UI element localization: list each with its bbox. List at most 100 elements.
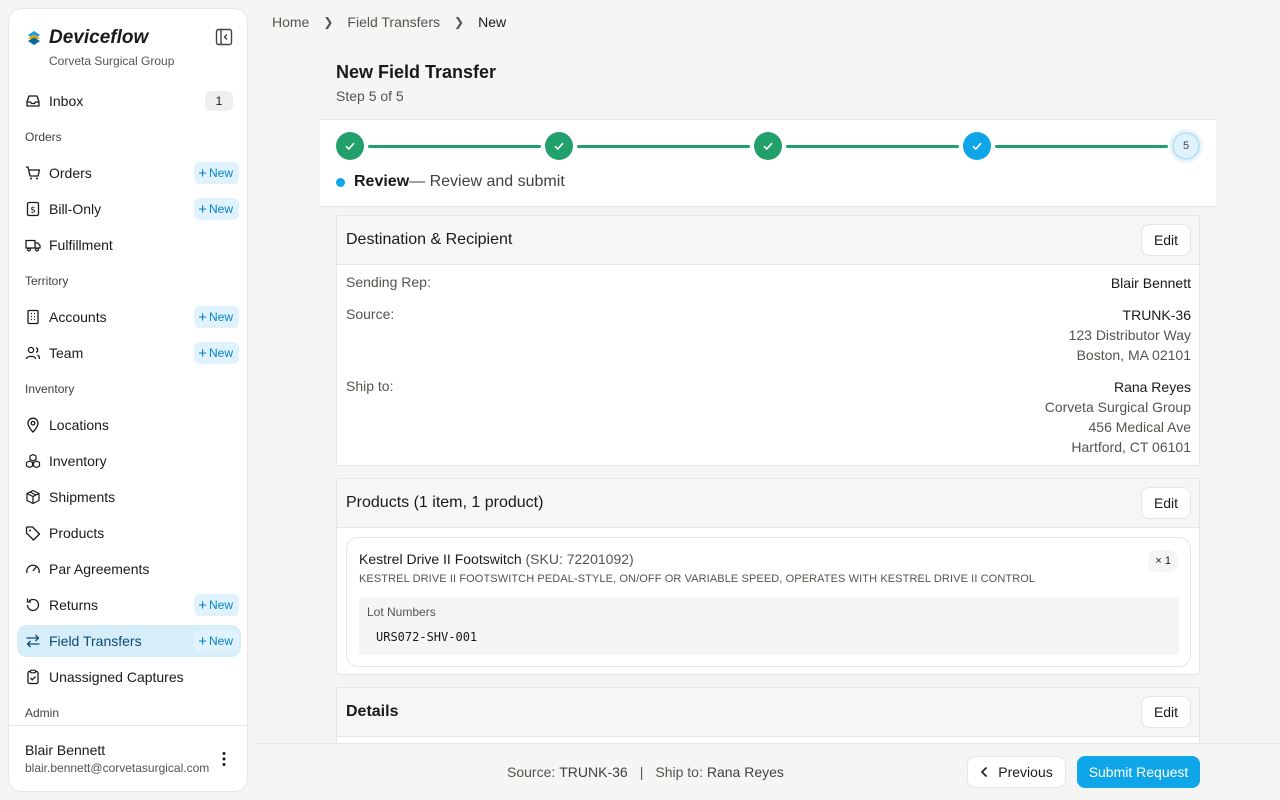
- clipboard-check-icon: [27, 669, 39, 685]
- new-team-button[interactable]: + New: [194, 342, 239, 364]
- summary-ship-label: Ship to:: [655, 764, 703, 780]
- step-connector: [786, 145, 959, 148]
- new-label: New: [208, 202, 233, 216]
- lot-numbers-box: Lot Numbers URS072-SHV-001: [359, 597, 1179, 655]
- chevron-left-icon: [981, 766, 988, 778]
- sidebar-item-bill-only[interactable]: $ Bill-Only + New: [17, 193, 241, 225]
- new-label: New: [208, 166, 233, 180]
- breadcrumb-home[interactable]: Home: [272, 14, 309, 30]
- summary-divider: |: [639, 764, 644, 780]
- product-description: KESTREL DRIVE II FOOTSWITCH PEDAL-STYLE,…: [359, 573, 1036, 585]
- previous-label: Previous: [998, 764, 1053, 780]
- plus-icon: +: [198, 344, 207, 362]
- new-bill-only-button[interactable]: + New: [194, 198, 239, 220]
- edit-details-button[interactable]: Edit: [1141, 696, 1191, 728]
- card-header: Details Edit: [337, 688, 1199, 737]
- step-1-complete[interactable]: [336, 132, 364, 160]
- chevron-right-icon: ❯: [454, 15, 465, 29]
- step-3-complete[interactable]: [754, 132, 782, 160]
- new-account-button[interactable]: + New: [194, 306, 239, 328]
- step-5-current: 5: [1172, 132, 1200, 160]
- new-label: New: [208, 310, 233, 324]
- sidebar-item-orders[interactable]: Orders + New: [17, 157, 241, 189]
- sidebar-item-team[interactable]: Team + New: [17, 337, 241, 369]
- product-sku: (SKU: 72201092): [525, 551, 634, 567]
- product-item: Kestrel Drive II Footswitch (SKU: 722010…: [346, 537, 1191, 667]
- sidebar-item-returns[interactable]: Returns + New: [17, 589, 241, 621]
- arrows-left-right-icon: [26, 634, 40, 648]
- boxes-icon: [25, 453, 41, 469]
- inbox-icon: [26, 95, 40, 107]
- deviceflow-logo-icon: [28, 31, 40, 45]
- sidebar-item-shipments[interactable]: Shipments: [17, 481, 241, 513]
- check-icon: [345, 142, 355, 151]
- sidebar-item-inbox[interactable]: Inbox 1: [17, 85, 241, 117]
- source-address-line1: 123 Distributor Way: [1068, 327, 1191, 343]
- sidebar-item-fulfillment[interactable]: Fulfillment: [17, 229, 241, 261]
- user-email: blair.bennett@corvetasurgical.com: [25, 761, 210, 775]
- nav-section-territory: Territory: [25, 274, 69, 288]
- product-name-line: Kestrel Drive II Footswitch (SKU: 722010…: [359, 551, 634, 567]
- page-step-indicator: Step 5 of 5: [336, 88, 404, 104]
- brand[interactable]: Deviceflow: [25, 27, 148, 49]
- more-vertical-icon[interactable]: [217, 750, 231, 768]
- user-profile[interactable]: Blair Bennett blair.bennett@corvetasurgi…: [9, 725, 247, 791]
- card-title: Products (1 item, 1 product): [346, 494, 544, 511]
- current-step-dot: [336, 177, 345, 187]
- sidebar-item-locations[interactable]: Locations: [17, 409, 241, 441]
- map-pin-icon: [27, 417, 39, 433]
- tag-icon: [25, 526, 41, 541]
- ship-to-address-line2: Hartford, CT 06101: [1071, 439, 1191, 455]
- step-2-complete[interactable]: [545, 132, 573, 160]
- new-label: New: [208, 346, 233, 360]
- sidebar-item-par-agreements[interactable]: Par Agreements: [17, 553, 241, 585]
- sending-rep-label: Sending Rep:: [346, 274, 431, 290]
- nav-section-orders: Orders: [25, 130, 62, 144]
- product-name: Kestrel Drive II Footswitch: [359, 551, 522, 567]
- ship-to-address-line1: 456 Medical Ave: [1088, 419, 1191, 435]
- step-connector: [995, 145, 1168, 148]
- summary-ship-value: Rana Reyes: [706, 764, 784, 780]
- source-value: TRUNK-36 123 Distributor Way Boston, MA …: [1069, 305, 1191, 365]
- destination-recipient-card: Destination & Recipient Edit Sending Rep…: [336, 215, 1200, 466]
- gauge-icon: [26, 564, 40, 574]
- plus-icon: +: [198, 308, 207, 326]
- plus-icon: +: [198, 632, 207, 650]
- card-title: Details: [346, 703, 399, 720]
- plus-icon: +: [198, 596, 207, 614]
- current-step-desc: — Review and submit: [409, 173, 565, 190]
- step-4-complete[interactable]: [963, 132, 991, 160]
- breadcrumb: Home ❯ Field Transfers ❯ New: [272, 14, 506, 30]
- breadcrumb-field-transfers[interactable]: Field Transfers: [347, 14, 440, 30]
- edit-destination-button[interactable]: Edit: [1141, 224, 1191, 256]
- sidebar-item-label: Field Transfers: [49, 633, 142, 649]
- sidebar-item-inventory[interactable]: Inventory: [17, 445, 241, 477]
- sidebar-item-label: Accounts: [49, 309, 107, 325]
- submit-request-button[interactable]: Submit Request: [1077, 756, 1200, 788]
- sidebar-item-unassigned-captures[interactable]: Unassigned Captures: [17, 661, 241, 693]
- building-icon: [27, 309, 39, 325]
- sidebar-collapse-icon[interactable]: [215, 28, 233, 46]
- breadcrumb-current: New: [478, 14, 507, 30]
- users-icon: [25, 346, 41, 360]
- sidebar-item-label: Orders: [49, 165, 92, 181]
- sidebar-item-label: Team: [49, 345, 84, 361]
- current-step-label: Review — Review and submit: [336, 173, 565, 191]
- new-return-button[interactable]: + New: [194, 594, 239, 616]
- sidebar-item-label: Products: [49, 525, 105, 541]
- sidebar-item-products[interactable]: Products: [17, 517, 241, 549]
- new-field-transfer-button[interactable]: + New: [194, 630, 239, 652]
- sidebar-item-field-transfers[interactable]: Field Transfers + New: [17, 625, 241, 657]
- sidebar-item-accounts[interactable]: Accounts + New: [17, 301, 241, 333]
- svg-text:$: $: [30, 206, 36, 216]
- user-name: Blair Bennett: [25, 742, 106, 758]
- edit-products-button[interactable]: Edit: [1141, 487, 1191, 519]
- sidebar-item-label: Bill-Only: [49, 201, 102, 217]
- cart-icon: [26, 166, 41, 180]
- previous-button[interactable]: Previous: [967, 756, 1066, 788]
- check-icon: [972, 142, 982, 151]
- new-order-button[interactable]: + New: [194, 162, 239, 184]
- ship-to-name: Rana Reyes: [1113, 379, 1191, 395]
- sending-rep-name: Blair Bennett: [1110, 275, 1191, 291]
- source-address-line2: Boston, MA 02101: [1076, 347, 1191, 363]
